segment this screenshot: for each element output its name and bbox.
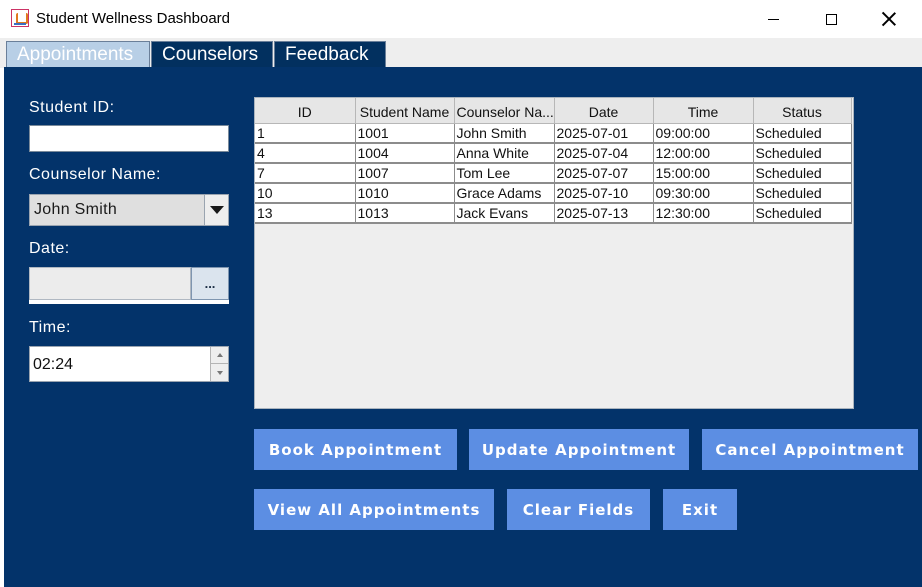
- table-header-row: ID Student Name Counselor Na... Date Tim…: [255, 98, 852, 124]
- time-spin-up-button[interactable]: [210, 347, 228, 364]
- date-field-underline: [29, 300, 229, 304]
- appointments-table: ID Student Name Counselor Na... Date Tim…: [255, 98, 852, 224]
- maximize-button[interactable]: [808, 0, 854, 38]
- tab-feedback[interactable]: Feedback: [274, 41, 386, 69]
- window-title: Student Wellness Dashboard: [36, 10, 231, 27]
- cell-counselor-name[interactable]: John Smith: [454, 123, 555, 144]
- maximize-icon: [825, 13, 837, 25]
- tab-counselors[interactable]: Counselors: [151, 41, 273, 69]
- table-row[interactable]: 7 1007 Tom Lee 2025-07-07 15:00:00 Sched…: [255, 163, 852, 184]
- tab-strip: Appointments Counselors Feedback: [0, 38, 922, 69]
- table-row[interactable]: 1 1001 John Smith 2025-07-01 09:00:00 Sc…: [255, 123, 852, 144]
- close-button[interactable]: [866, 0, 912, 38]
- table-row[interactable]: 13 1013 Jack Evans 2025-07-13 12:30:00 S…: [255, 203, 852, 224]
- column-header-student-name[interactable]: Student Name: [355, 98, 455, 124]
- book-appointment-button[interactable]: Book Appointment: [254, 429, 457, 470]
- cell-date[interactable]: 2025-07-04: [554, 143, 654, 164]
- cell-status[interactable]: Scheduled: [753, 123, 852, 144]
- cell-status[interactable]: Scheduled: [753, 183, 852, 204]
- cell-date[interactable]: 2025-07-07: [554, 163, 654, 184]
- cell-date[interactable]: 2025-07-13: [554, 203, 654, 224]
- exit-button[interactable]: Exit: [663, 489, 737, 530]
- cell-student-name[interactable]: 1007: [355, 163, 455, 184]
- cell-id[interactable]: 4: [255, 143, 356, 164]
- tab-appointments[interactable]: Appointments: [6, 41, 150, 69]
- cell-counselor-name[interactable]: Jack Evans: [454, 203, 555, 224]
- date-field[interactable]: [29, 267, 191, 300]
- date-picker-button[interactable]: ...: [191, 267, 229, 300]
- cell-date[interactable]: 2025-07-01: [554, 123, 654, 144]
- title-bar[interactable]: Student Wellness Dashboard: [0, 0, 922, 38]
- time-spinner[interactable]: 02:24: [29, 346, 229, 382]
- cell-time[interactable]: 12:30:00: [653, 203, 754, 224]
- cell-time[interactable]: 09:30:00: [653, 183, 754, 204]
- minimize-button[interactable]: [750, 0, 796, 38]
- counselor-select[interactable]: John Smith: [29, 194, 229, 226]
- counselor-name-label: Counselor Name:: [29, 166, 161, 183]
- spin-up-icon: [216, 353, 223, 357]
- app-window: Student Wellness Dashboard Appointments …: [0, 0, 922, 587]
- cell-counselor-name[interactable]: Tom Lee: [454, 163, 555, 184]
- java-cup-icon: [11, 9, 29, 27]
- time-label: Time:: [29, 319, 71, 336]
- chevron-down-icon: [209, 206, 224, 214]
- counselor-selected-value: John Smith: [34, 201, 118, 218]
- appointments-table-container[interactable]: ID Student Name Counselor Na... Date Tim…: [254, 97, 854, 409]
- column-header-date[interactable]: Date: [554, 98, 654, 124]
- spin-down-icon: [216, 370, 223, 375]
- cell-time[interactable]: 09:00:00: [653, 123, 754, 144]
- cell-status[interactable]: Scheduled: [753, 163, 852, 184]
- cell-status[interactable]: Scheduled: [753, 143, 852, 164]
- cell-id[interactable]: 13: [255, 203, 356, 224]
- cell-time[interactable]: 15:00:00: [653, 163, 754, 184]
- table-row[interactable]: 4 1004 Anna White 2025-07-04 12:00:00 Sc…: [255, 143, 852, 164]
- cell-time[interactable]: 12:00:00: [653, 143, 754, 164]
- student-id-input[interactable]: [29, 125, 229, 152]
- cell-status[interactable]: Scheduled: [753, 203, 852, 224]
- cell-date[interactable]: 2025-07-10: [554, 183, 654, 204]
- cell-student-name[interactable]: 1010: [355, 183, 455, 204]
- cell-id[interactable]: 10: [255, 183, 356, 204]
- update-appointment-button[interactable]: Update Appointment: [469, 429, 689, 470]
- view-all-appointments-button[interactable]: View All Appointments: [254, 489, 494, 530]
- column-header-status[interactable]: Status: [753, 98, 852, 124]
- counselor-dropdown-button[interactable]: [204, 195, 228, 225]
- cell-student-name[interactable]: 1001: [355, 123, 455, 144]
- column-header-time[interactable]: Time: [653, 98, 754, 124]
- time-value[interactable]: 02:24: [33, 356, 73, 374]
- minimize-icon: [767, 18, 779, 20]
- cell-counselor-name[interactable]: Grace Adams: [454, 183, 555, 204]
- cell-id[interactable]: 7: [255, 163, 356, 184]
- cell-id[interactable]: 1: [255, 123, 356, 144]
- cancel-appointment-button[interactable]: Cancel Appointment: [702, 429, 918, 470]
- time-spin-down-button[interactable]: [210, 364, 228, 381]
- student-id-label: Student ID:: [29, 99, 115, 116]
- cell-student-name[interactable]: 1013: [355, 203, 455, 224]
- column-header-id[interactable]: ID: [255, 98, 356, 124]
- clear-fields-button[interactable]: Clear Fields: [507, 489, 650, 530]
- column-header-counselor-name[interactable]: Counselor Na...: [454, 98, 555, 124]
- appointments-panel: Student ID: Counselor Name: John Smith D…: [4, 67, 922, 587]
- close-icon: [882, 12, 896, 26]
- cell-counselor-name[interactable]: Anna White: [454, 143, 555, 164]
- date-label: Date:: [29, 240, 70, 257]
- cell-student-name[interactable]: 1004: [355, 143, 455, 164]
- table-row[interactable]: 10 1010 Grace Adams 2025-07-10 09:30:00 …: [255, 183, 852, 204]
